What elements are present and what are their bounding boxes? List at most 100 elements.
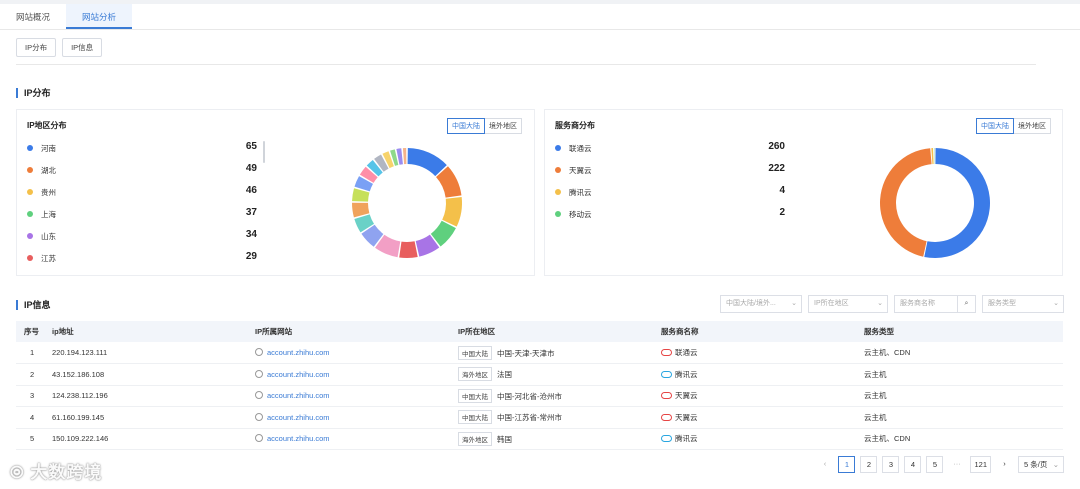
legend-value: 46 [245,185,257,196]
table-row: 1 220.194.123.111 account.zhihu.com 中国大陆 中国-… [16,342,1063,364]
provider-text: 天翼云 [675,412,698,422]
cell-ip: 220.194.123.111 [44,342,247,364]
cell-provider: 腾讯云 [653,428,856,450]
page-button[interactable]: 5 [926,456,944,473]
provider-name-placeholder: 服务商名称 [900,300,935,307]
site-link[interactable]: account.zhihu.com [267,391,330,400]
region-donut-slice[interactable] [407,148,447,177]
cloud-provider-icon [661,413,672,421]
watermark-icon: ⦾ [10,463,31,482]
provider-donut-slice[interactable] [924,148,990,258]
page-size-select[interactable]: 5 条/页 ⌄ [1018,456,1064,473]
chevron-down-icon: ⌄ [1053,300,1059,307]
service-type-select[interactable]: 服务类型 ⌄ [982,295,1064,313]
legend-dot-icon [555,145,561,151]
cell-region: 中国大陆 中国-河北省-沧州市 [450,385,653,407]
region-tag-badge: 中国大陆 [458,410,492,425]
next-page-button[interactable]: › [996,456,1013,473]
toggle-overseas[interactable]: 境外地区 [485,119,521,133]
section-title-ip-info: IP信息 [16,300,51,310]
pagination: ‹ 12345 ··· 121 › 5 条/页 ⌄ [816,456,1064,473]
region-text: 中国-天津-天津市 [497,348,555,358]
cell-ip: 124.238.112.196 [44,385,247,407]
page-number-list: 12345 [838,456,944,473]
ip-region-select[interactable]: IP所在地区 ⌄ [808,295,888,313]
cell-region: 中国大陆 中国-天津-天津市 [450,342,653,364]
region-type-select[interactable]: 中国大陆/境外... ⌄ [720,295,802,313]
cell-service-type: 云主机 [856,363,1063,386]
page-button[interactable]: 3 [882,456,900,473]
legend-name: 天翼云 [569,166,592,175]
legend-value: 2 [779,207,785,218]
subtab-ip-info[interactable]: IP信息 [62,38,103,57]
provider-legend-item[interactable]: 腾讯云 4 [555,185,785,207]
tab-website-analysis[interactable]: 网站分析 [66,4,133,29]
provider-text: 腾讯云 [675,434,698,444]
page-button[interactable]: 1 [838,456,856,473]
region-donut-slice[interactable] [399,241,418,258]
top-tabs: 网站概况 网站分析 [0,4,1080,30]
cell-site: account.zhihu.com [247,342,450,364]
provider-legend: 联通云 260 天翼云 222 腾讯云 4 移动云 2 [555,141,785,229]
site-link[interactable]: account.zhihu.com [267,413,330,422]
page-last-button[interactable]: 121 [970,456,991,473]
region-distribution-card: IP地区分布 中国大陆 境外地区 河南 65 湖北 49 贵州 46 上海 37 山东 34 江苏 2… [16,109,535,276]
region-legend-item[interactable]: 山东 34 [27,229,257,251]
region-legend: 河南 65 湖北 49 贵州 46 上海 37 山东 34 江苏 29 [27,141,257,273]
provider-name-input[interactable]: 服务商名称 ⌕ [894,295,976,313]
region-legend-item[interactable]: 江苏 29 [27,251,257,273]
site-link[interactable]: account.zhihu.com [267,434,330,443]
subtab-ip-distribution[interactable]: IP分布 [16,38,57,57]
provider-legend-item[interactable]: 移动云 2 [555,207,785,229]
provider-legend-item[interactable]: 天翼云 222 [555,163,785,185]
cloud-provider-icon [661,392,672,400]
legend-dot-icon [27,255,33,261]
site-link[interactable]: account.zhihu.com [267,348,330,357]
region-donut-slice[interactable] [352,202,370,218]
page-ellipsis[interactable]: ··· [948,456,966,473]
cell-no: 2 [16,363,44,386]
ip-region-placeholder: IP所在地区 [814,300,849,307]
provider-text: 联通云 [675,348,698,357]
legend-name: 山东 [41,232,56,241]
watermark-logo: ⦾ 大数跨境 [10,458,102,483]
toggle-mainland[interactable]: 中国大陆 [976,118,1014,134]
region-legend-item[interactable]: 湖北 49 [27,163,257,185]
region-legend-item[interactable]: 河南 65 [27,141,257,163]
globe-icon [255,434,263,443]
cell-provider: 天翼云 [653,385,856,407]
provider-donut-slice[interactable] [880,148,932,257]
region-donut-slice[interactable] [442,196,462,227]
provider-legend-item[interactable]: 联通云 260 [555,141,785,163]
provider-donut-slice[interactable] [931,148,934,165]
region-donut-slice[interactable] [402,148,407,165]
region-text: 中国-江苏省-常州市 [497,413,562,423]
service-type-placeholder: 服务类型 [988,300,1016,307]
tab-website-overview[interactable]: 网站概况 [0,4,66,29]
globe-icon [255,369,263,378]
watermark-text: 大数跨境 [30,463,103,482]
cell-service-type: 云主机 [856,406,1063,429]
page-button[interactable]: 2 [860,456,878,473]
page-size-label: 5 条/页 [1024,460,1048,469]
cell-region: 海外地区 韩国 [450,428,653,450]
toggle-mainland[interactable]: 中国大陆 [447,118,485,134]
table-body: 1 220.194.123.111 account.zhihu.com 中国大陆 中国-… [16,342,1063,450]
legend-name: 移动云 [569,210,592,219]
cell-no: 1 [16,342,44,364]
search-icon[interactable]: ⌕ [957,296,975,312]
legend-dot-icon [27,189,33,195]
section-title-ip-distribution: IP分布 [16,88,51,98]
col-header-provider: 服务商名称 [653,321,856,342]
legend-scrollbar[interactable] [263,141,265,163]
prev-page-button[interactable]: ‹ [816,456,834,473]
region-legend-item[interactable]: 贵州 46 [27,185,257,207]
region-legend-item[interactable]: 上海 37 [27,207,257,229]
table-row: 2 43.152.186.108 account.zhihu.com 海外地区 法国 腾讯… [16,363,1063,386]
toggle-overseas[interactable]: 境外地区 [1014,119,1050,133]
region-tag-badge: 海外地区 [458,431,492,446]
page-button[interactable]: 4 [904,456,922,473]
provider-toggle: 中国大陆 境外地区 [976,118,1051,134]
legend-dot-icon [555,167,561,173]
site-link[interactable]: account.zhihu.com [267,370,330,379]
